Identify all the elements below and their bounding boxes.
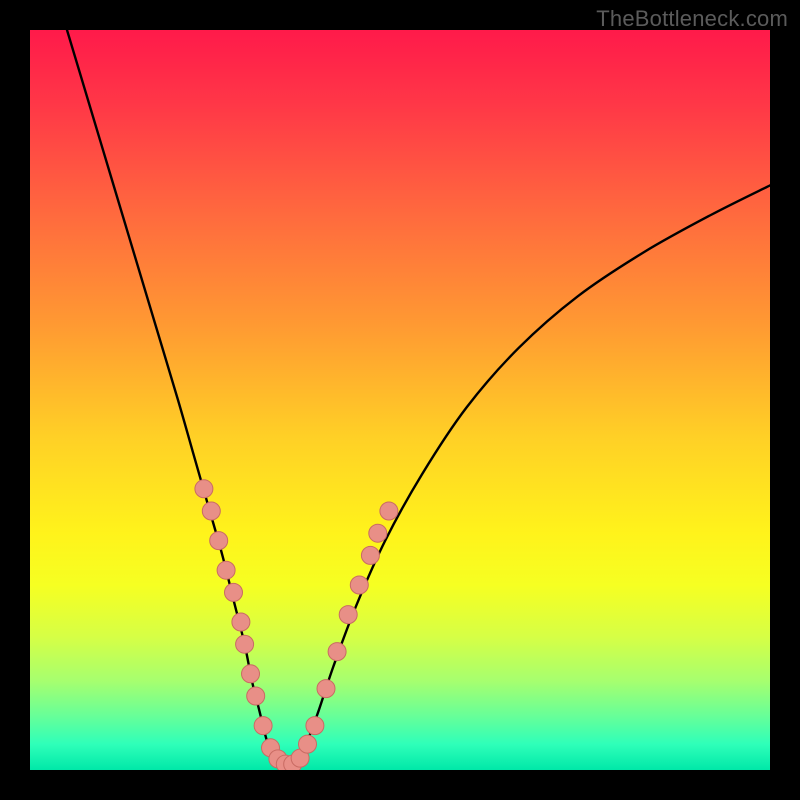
curve-marker xyxy=(210,532,228,550)
curve-marker xyxy=(195,480,213,498)
curve-marker xyxy=(217,561,235,579)
curve-marker xyxy=(247,687,265,705)
curve-marker xyxy=(299,735,317,753)
curve-marker xyxy=(254,717,272,735)
curve-marker xyxy=(380,502,398,520)
curve-marker xyxy=(328,643,346,661)
curve-marker xyxy=(232,613,250,631)
curve-marker xyxy=(317,680,335,698)
chart-frame: TheBottleneck.com xyxy=(0,0,800,800)
plot-area xyxy=(30,30,770,770)
curve-marker xyxy=(236,635,254,653)
curve-marker xyxy=(306,717,324,735)
gradient-background xyxy=(30,30,770,770)
curve-marker xyxy=(350,576,368,594)
curve-marker xyxy=(369,524,387,542)
watermark-text: TheBottleneck.com xyxy=(596,6,788,32)
curve-marker xyxy=(242,665,260,683)
curve-marker xyxy=(225,583,243,601)
curve-marker xyxy=(339,606,357,624)
curve-marker xyxy=(361,546,379,564)
curve-marker xyxy=(202,502,220,520)
